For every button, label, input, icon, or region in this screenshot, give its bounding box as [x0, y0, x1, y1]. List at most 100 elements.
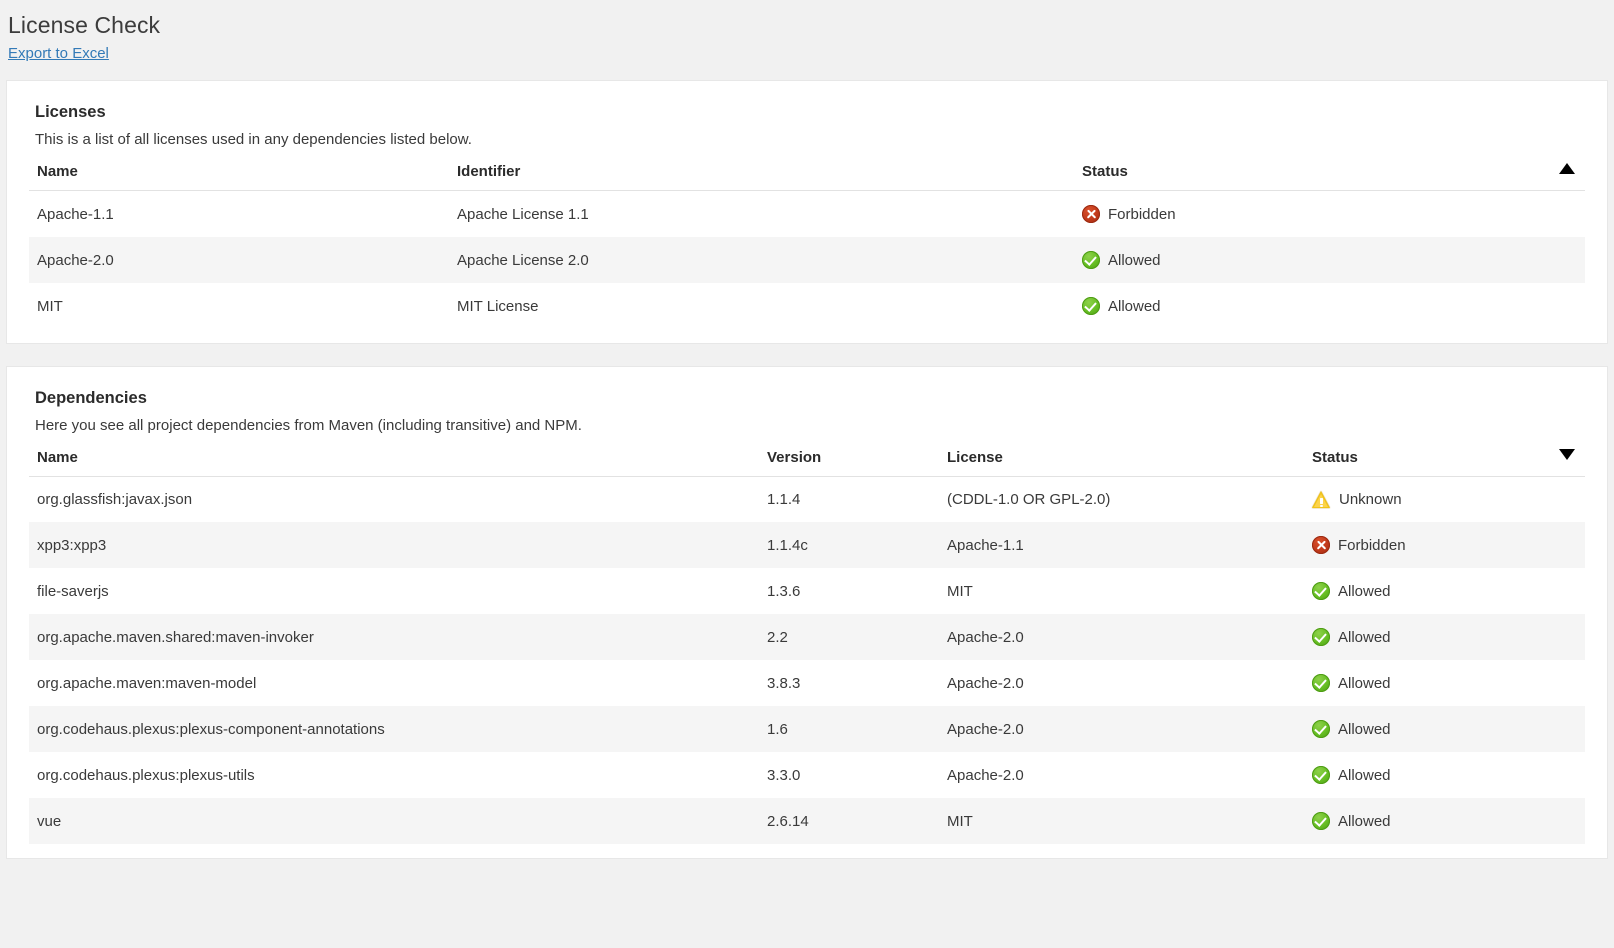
- status-cell: Forbidden: [1304, 522, 1585, 568]
- licenses-section-subtitle: This is a list of all licenses used in a…: [35, 131, 472, 148]
- status-cell: Allowed: [1304, 706, 1585, 752]
- status-label: Allowed: [1108, 251, 1161, 269]
- cell-version: 3.8.3: [767, 674, 801, 692]
- sort-descending-icon[interactable]: [1559, 449, 1575, 460]
- table-row: vue 2.6.14 MIT Allowed: [29, 798, 1585, 844]
- licenses-column-header-status-label: Status: [1082, 163, 1128, 180]
- table-row: org.codehaus.plexus:plexus-utils 3.3.0 Apa…: [29, 752, 1585, 798]
- dependencies-column-header-version[interactable]: Version: [759, 443, 939, 477]
- status-label: Allowed: [1338, 812, 1391, 830]
- page-header: License Check Export to Excel: [0, 0, 1614, 64]
- cell-identifier: MIT License: [457, 297, 539, 315]
- dependencies-table-body: org.glassfish:javax.json 1.1.4 (CDDL-1.0 O…: [29, 476, 1585, 844]
- licenses-section-title: Licenses: [35, 103, 106, 121]
- status-cell: Allowed: [1304, 568, 1585, 614]
- table-row: org.glassfish:javax.json 1.1.4 (CDDL-1.0 O…: [29, 476, 1585, 523]
- allowed-icon: [1312, 720, 1330, 738]
- status-label: Allowed: [1338, 628, 1391, 646]
- dependencies-section-subtitle: Here you see all project dependencies fr…: [35, 417, 582, 434]
- cell-name: org.apache.maven.shared:maven-invoker: [37, 628, 314, 646]
- cell-version: 1.3.6: [767, 582, 801, 600]
- dependencies-table: Name Version License Status org.glassfis…: [29, 443, 1585, 844]
- dependencies-header-row: Name Version License Status: [29, 443, 1585, 477]
- license-check-page: License Check Export to Excel Licenses T…: [0, 0, 1614, 948]
- status-label: Allowed: [1338, 582, 1391, 600]
- status-cell: Allowed: [1304, 614, 1585, 660]
- table-row: file-saverjs 1.3.6 MIT Allowed: [29, 568, 1585, 614]
- licenses-table: Name Identifier Status Apache-1.1 Apache …: [29, 157, 1585, 329]
- allowed-icon: [1312, 582, 1330, 600]
- forbidden-icon: [1082, 205, 1100, 223]
- cell-name: org.apache.maven:maven-model: [37, 674, 257, 692]
- table-row: org.apache.maven:maven-model 3.8.3 Apache-…: [29, 660, 1585, 706]
- allowed-icon: [1082, 251, 1100, 269]
- cell-name: file-saverjs: [37, 582, 109, 600]
- cell-license: MIT: [947, 582, 973, 600]
- cell-name: xpp3:xpp3: [37, 536, 107, 554]
- allowed-icon: [1312, 766, 1330, 784]
- licenses-table-body: Apache-1.1 Apache License 1.1 Forbidden Apa…: [29, 190, 1585, 329]
- table-row: org.codehaus.plexus:plexus-component-ann…: [29, 706, 1585, 752]
- status-label: Unknown: [1339, 491, 1402, 508]
- allowed-icon: [1082, 297, 1100, 315]
- status-label: Forbidden: [1108, 205, 1176, 223]
- cell-license: Apache-1.1: [947, 536, 1024, 554]
- status-label: Allowed: [1338, 720, 1391, 738]
- unknown-icon: [1312, 491, 1331, 508]
- status-cell: Allowed: [1304, 660, 1585, 706]
- cell-license: Apache-2.0: [947, 766, 1024, 784]
- status-cell: Allowed: [1074, 283, 1585, 329]
- status-cell: Forbidden: [1074, 191, 1585, 238]
- cell-version: 2.2: [767, 628, 788, 646]
- licenses-column-header-name[interactable]: Name: [29, 157, 449, 191]
- cell-license: Apache-2.0: [947, 674, 1024, 692]
- table-row: org.apache.maven.shared:maven-invoker 2.2…: [29, 614, 1585, 660]
- cell-name: MIT: [37, 297, 63, 315]
- status-label: Forbidden: [1338, 536, 1406, 554]
- cell-name: org.codehaus.plexus:plexus-utils: [37, 766, 255, 784]
- dependencies-section-title: Dependencies: [35, 389, 147, 407]
- status-cell: Allowed: [1304, 752, 1585, 798]
- cell-name: org.glassfish:javax.json: [37, 491, 193, 508]
- sort-ascending-icon[interactable]: [1559, 163, 1575, 174]
- cell-version: 2.6.14: [767, 812, 809, 830]
- dependencies-column-header-status[interactable]: Status: [1304, 443, 1585, 477]
- status-label: Allowed: [1338, 674, 1391, 692]
- allowed-icon: [1312, 628, 1330, 646]
- cell-license: MIT: [947, 812, 973, 830]
- cell-name: Apache-1.1: [37, 205, 114, 223]
- dependencies-column-header-license[interactable]: License: [939, 443, 1304, 477]
- cell-name: Apache-2.0: [37, 251, 114, 269]
- status-cell: Unknown: [1304, 477, 1585, 523]
- table-row: MIT MIT License Allowed: [29, 283, 1585, 329]
- cell-name: org.codehaus.plexus:plexus-component-ann…: [37, 720, 385, 738]
- status-label: Allowed: [1108, 297, 1161, 315]
- cell-version: 1.6: [767, 720, 788, 738]
- cell-license: (CDDL-1.0 OR GPL-2.0): [947, 491, 1111, 508]
- dependencies-table-head: Name Version License Status: [29, 443, 1585, 477]
- cell-license: Apache-2.0: [947, 628, 1024, 646]
- dependencies-card: Dependencies Here you see all project de…: [6, 366, 1608, 859]
- cell-version: 1.1.4c: [767, 536, 808, 554]
- status-label: Allowed: [1338, 766, 1391, 784]
- cell-identifier: Apache License 2.0: [457, 251, 589, 269]
- licenses-column-header-identifier[interactable]: Identifier: [449, 157, 1074, 191]
- cell-name: vue: [37, 812, 62, 830]
- table-row: Apache-1.1 Apache License 1.1 Forbidden: [29, 190, 1585, 238]
- page-title: License Check: [8, 12, 161, 38]
- licenses-column-header-status[interactable]: Status: [1074, 157, 1585, 191]
- allowed-icon: [1312, 674, 1330, 692]
- allowed-icon: [1312, 812, 1330, 830]
- export-to-excel-link[interactable]: Export to Excel: [8, 44, 109, 64]
- forbidden-icon: [1312, 536, 1330, 554]
- dependencies-column-header-status-label: Status: [1312, 449, 1358, 466]
- dependencies-column-header-name[interactable]: Name: [29, 443, 759, 477]
- licenses-card: Licenses This is a list of all licenses …: [6, 80, 1608, 344]
- licenses-table-head: Name Identifier Status: [29, 157, 1585, 191]
- licenses-header-row: Name Identifier Status: [29, 157, 1585, 191]
- cell-version: 1.1.4: [767, 491, 801, 508]
- cell-version: 3.3.0: [767, 766, 801, 784]
- status-cell: Allowed: [1074, 237, 1585, 283]
- cell-identifier: Apache License 1.1: [457, 205, 589, 223]
- cell-license: Apache-2.0: [947, 720, 1024, 738]
